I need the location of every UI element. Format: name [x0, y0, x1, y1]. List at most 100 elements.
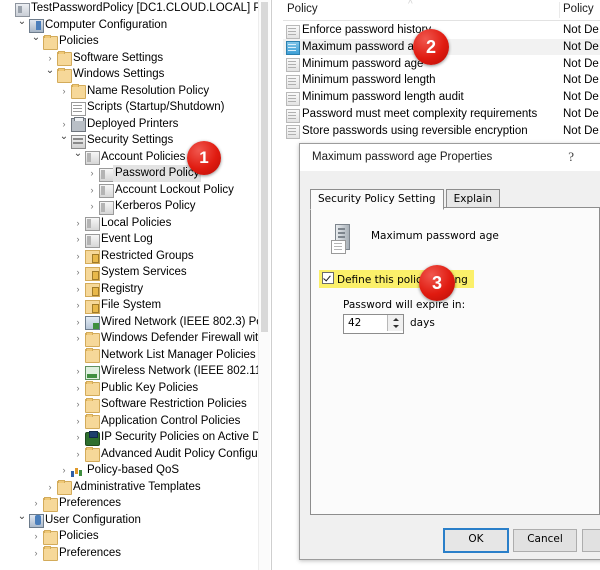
- tree-item-administrative-templates[interactable]: › Administrative Templates: [0, 479, 259, 496]
- chevron-down-icon[interactable]: ⌄: [72, 146, 84, 163]
- password-expiry-days-stepper[interactable]: 42: [343, 314, 404, 334]
- chevron-right-icon[interactable]: ›: [30, 528, 42, 545]
- tree-item-event-log[interactable]: › Event Log: [0, 231, 259, 248]
- chevron-right-icon[interactable]: ›: [72, 314, 84, 331]
- chevron-right-icon[interactable]: ›: [58, 462, 70, 479]
- chevron-right-icon[interactable]: ›: [86, 165, 98, 182]
- tree-item-restricted-groups[interactable]: › Restricted Groups: [0, 248, 259, 265]
- tree-item-account-lockout-policy[interactable]: › Account Lockout Policy: [0, 182, 259, 199]
- ok-button[interactable]: OK: [443, 528, 509, 553]
- tree-item-windows-settings[interactable]: ⌄ Windows Settings: [0, 63, 259, 83]
- chevron-down-icon[interactable]: ⌄: [16, 14, 28, 31]
- tree-item-registry[interactable]: › Registry: [0, 281, 259, 298]
- chevron-right-icon[interactable]: ›: [72, 380, 84, 397]
- stepper-down-icon[interactable]: [388, 323, 403, 331]
- chevron-right-icon[interactable]: ›: [72, 413, 84, 430]
- chevron-right-icon[interactable]: ›: [44, 479, 56, 496]
- tree-item-password-policy[interactable]: › Password Policy: [0, 165, 259, 182]
- tree-item-application-control-policies[interactable]: › Application Control Policies: [0, 413, 259, 430]
- policy-row[interactable]: Password must meet complexity requiremen…: [283, 106, 600, 123]
- tree-item-kerberos-policy[interactable]: › Kerberos Policy: [0, 198, 259, 215]
- column-divider[interactable]: [559, 2, 560, 18]
- chevron-right-icon[interactable]: ›: [72, 396, 84, 413]
- tree-item-policies[interactable]: › Policies: [0, 528, 259, 545]
- chevron-right-icon[interactable]: ›: [30, 495, 42, 512]
- tree-item-file-system[interactable]: › File System: [0, 297, 259, 314]
- network-icon: [85, 316, 100, 330]
- chevron-right-icon[interactable]: ›: [72, 231, 84, 248]
- help-icon[interactable]: ?: [568, 149, 574, 165]
- policy-row-setting: Not De: [563, 24, 599, 36]
- user-icon: [29, 514, 44, 528]
- tree-item-local-policies[interactable]: › Local Policies: [0, 215, 259, 232]
- tree-item-security-settings[interactable]: ⌄ Security Settings: [0, 129, 259, 149]
- chevron-right-icon[interactable]: ›: [72, 363, 84, 380]
- chevron-down-icon[interactable]: ⌄: [58, 129, 70, 146]
- column-header-policy[interactable]: Policy: [287, 3, 318, 15]
- column-header-policy-setting[interactable]: Policy: [563, 3, 594, 15]
- folder-icon: [85, 414, 100, 429]
- cancel-button[interactable]: Cancel: [513, 529, 577, 552]
- define-policy-setting-checkbox[interactable]: [322, 272, 334, 284]
- tree-item-policy-based-qos[interactable]: › Policy-based QoS: [0, 462, 259, 479]
- script-icon: [71, 101, 86, 116]
- policy-setting-icon: [286, 24, 300, 39]
- policy-setting-icon: [286, 108, 300, 123]
- tree-item-user-configuration[interactable]: ⌄ User Configuration: [0, 509, 259, 528]
- tree-item-windows-defender-firewall-with-advanc[interactable]: › Windows Defender Firewall with Advanc: [0, 330, 270, 347]
- tree-item-scripts-startup-shutdown[interactable]: Scripts (Startup/Shutdown): [0, 99, 259, 116]
- tree-item-ip-security-policies-on-active-directory[interactable]: › IP Security Policies on Active Director…: [0, 429, 270, 446]
- policy-row[interactable]: Minimum password length Not De: [283, 72, 600, 89]
- chevron-down-icon[interactable]: ⌄: [30, 30, 42, 47]
- tab-explain[interactable]: Explain: [445, 189, 501, 209]
- tree-item-label: Windows Settings: [73, 68, 165, 80]
- dialog-title-bar[interactable]: Maximum password age Properties ?: [300, 144, 600, 172]
- maximum-password-age-properties-dialog[interactable]: Maximum password age Properties ? Securi…: [299, 143, 600, 560]
- tree-item-system-services[interactable]: › System Services: [0, 264, 259, 281]
- password-expiry-days-value[interactable]: 42: [348, 317, 361, 329]
- policy-row[interactable]: Store passwords using reversible encrypt…: [283, 123, 600, 140]
- chevron-right-icon[interactable]: ›: [58, 83, 70, 100]
- tree-item-policies[interactable]: ⌄ Policies: [0, 30, 259, 50]
- days-unit-label: days: [410, 317, 435, 329]
- chevron-right-icon[interactable]: ›: [30, 545, 42, 562]
- tree-item-preferences[interactable]: › Preferences: [0, 545, 259, 562]
- chevron-right-icon[interactable]: ›: [72, 446, 84, 463]
- tree-item-wireless-network-ieee-802-11-policies[interactable]: › Wireless Network (IEEE 802.11) Policies: [0, 363, 270, 380]
- chevron-right-icon[interactable]: ›: [86, 182, 98, 199]
- apply-button[interactable]: [582, 529, 600, 552]
- chevron-right-icon[interactable]: ›: [72, 429, 84, 446]
- tree-item-network-list-manager-policies[interactable]: Network List Manager Policies: [0, 347, 259, 363]
- policy-icon: [99, 184, 114, 198]
- tree-item-advanced-audit-policy-configuration[interactable]: › Advanced Audit Policy Configuration: [0, 446, 270, 463]
- tree-item-public-key-policies[interactable]: › Public Key Policies: [0, 380, 259, 397]
- tree-item-software-settings[interactable]: › Software Settings: [0, 50, 259, 66]
- chevron-right-icon[interactable]: ›: [72, 248, 84, 265]
- chevron-right-icon[interactable]: ›: [72, 297, 84, 314]
- stepper-buttons[interactable]: [387, 315, 403, 331]
- stepper-up-icon[interactable]: [388, 315, 403, 323]
- policy-row[interactable]: Minimum password length audit Not De: [283, 89, 600, 106]
- tree-vertical-scrollbar[interactable]: [258, 0, 270, 570]
- tree-scrollbar-thumb[interactable]: [261, 2, 268, 332]
- tree-item-software-restriction-policies[interactable]: › Software Restriction Policies: [0, 396, 259, 413]
- tree-item-deployed-printers[interactable]: › Deployed Printers: [0, 116, 259, 132]
- tab-security-policy-setting[interactable]: Security Policy Setting: [310, 189, 444, 210]
- chevron-right-icon[interactable]: ›: [72, 281, 84, 298]
- chevron-right-icon[interactable]: ›: [86, 198, 98, 215]
- tree-item-preferences[interactable]: › Preferences: [0, 495, 259, 512]
- tree-item-name-resolution-policy[interactable]: › Name Resolution Policy: [0, 83, 259, 100]
- group-policy-tree[interactable]: TestPasswordPolicy [DC1.CLOUD.LOCAL] Pol…: [0, 0, 270, 570]
- policy-setting-icon: [286, 91, 300, 106]
- chevron-down-icon[interactable]: ⌄: [44, 63, 56, 80]
- folder-icon: [43, 496, 58, 512]
- tree-item-testpasswordpolicy-dc1-cloud-local-policy[interactable]: TestPasswordPolicy [DC1.CLOUD.LOCAL] Pol…: [0, 0, 270, 17]
- chevron-right-icon[interactable]: ›: [72, 215, 84, 232]
- chevron-right-icon[interactable]: ›: [72, 264, 84, 281]
- chevron-down-icon[interactable]: ⌄: [16, 509, 28, 526]
- chevron-right-icon[interactable]: ›: [72, 330, 84, 347]
- tree-item-wired-network-ieee-802-3-policies[interactable]: › Wired Network (IEEE 802.3) Policies: [0, 314, 270, 331]
- printer-icon: [71, 117, 86, 132]
- policy-icon: [85, 233, 100, 248]
- policy-row-name: Maximum password age: [302, 40, 427, 53]
